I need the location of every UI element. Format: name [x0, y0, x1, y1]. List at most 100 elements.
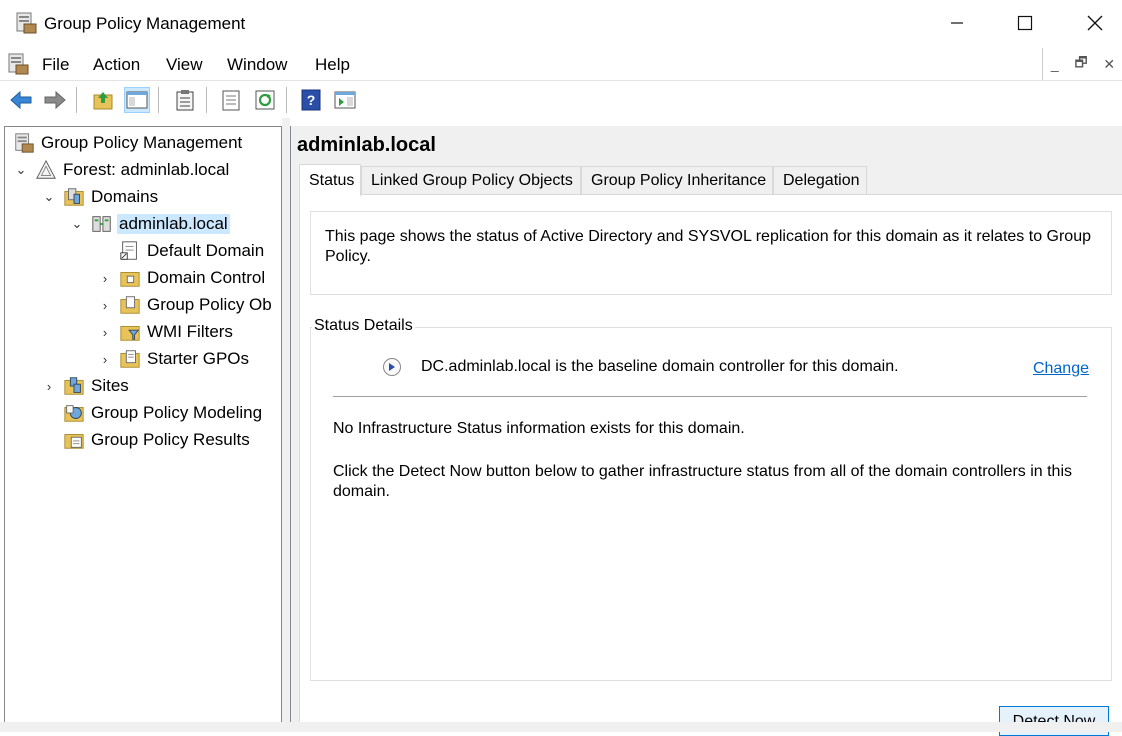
tree-label: Sites: [91, 376, 129, 395]
console-tree-icon: [126, 91, 148, 109]
divider: [333, 396, 1087, 397]
mdi-controls: _ 🗗 ✕: [1042, 48, 1122, 81]
results-icon: [64, 434, 84, 449]
play-arrow-icon: [389, 363, 395, 371]
description-box: This page shows the status of Active Dir…: [310, 211, 1112, 295]
tab-linked-gpos[interactable]: Linked Group Policy Objects: [361, 166, 581, 194]
show-hide-tree-button[interactable]: [124, 87, 150, 113]
mdi-close-button[interactable]: ✕: [1103, 56, 1115, 73]
clipboard-icon: [176, 90, 194, 111]
maximize-button[interactable]: [990, 0, 1060, 46]
domain-icon: [92, 216, 111, 232]
help-icon: ?: [301, 89, 321, 111]
chevron-down-icon[interactable]: ⌄: [13, 162, 29, 178]
detect-instructions-text: Click the Detect Now button below to gat…: [333, 463, 1073, 500]
pane-splitter[interactable]: [282, 118, 290, 732]
refresh-button[interactable]: [252, 87, 278, 113]
tab-status[interactable]: Status: [299, 164, 361, 196]
tree-label: Group Policy Results: [91, 430, 250, 449]
modeling-icon: [64, 405, 84, 422]
tree-label: Starter GPOs: [147, 349, 250, 368]
svg-text:?: ?: [307, 92, 316, 108]
menu-file[interactable]: File: [42, 55, 69, 75]
details-pane: adminlab.local Status Linked Group Polic…: [290, 126, 1122, 736]
tree-label: Default Domain: [147, 241, 265, 260]
chevron-right-icon[interactable]: ›: [97, 352, 113, 367]
tree-item-sites[interactable]: › Sites: [41, 373, 129, 399]
tab-delegation[interactable]: Delegation: [773, 166, 867, 194]
minimize-button[interactable]: [922, 0, 992, 46]
chevron-right-icon[interactable]: ›: [97, 325, 113, 340]
title-bar: Group Policy Management: [0, 0, 1122, 46]
forest-icon: [36, 159, 56, 179]
status-details-label: Status Details: [312, 317, 415, 335]
tab-gp-inheritance[interactable]: Group Policy Inheritance: [581, 166, 773, 194]
group-policy-app-icon: [16, 12, 37, 34]
change-link[interactable]: Change: [1033, 360, 1089, 378]
chevron-right-icon[interactable]: ›: [97, 271, 113, 286]
menu-window[interactable]: Window: [227, 55, 287, 75]
up-level-button[interactable]: [90, 87, 116, 113]
tree-item-group-policy-management[interactable]: Group Policy Management: [13, 130, 242, 156]
export-list-icon: [222, 90, 240, 111]
gpo-link-icon: [120, 241, 137, 260]
no-info-text: No Infrastructure Status information exi…: [333, 420, 745, 437]
export-list-button[interactable]: [218, 87, 244, 113]
tree-label: Group Policy Modeling: [91, 403, 263, 422]
wmi-folder-icon: [120, 326, 140, 341]
tree-label: adminlab.local: [117, 214, 230, 234]
mdi-restore-button[interactable]: 🗗: [1074, 52, 1087, 76]
expand-details-icon[interactable]: [383, 358, 401, 376]
menu-action[interactable]: Action: [93, 55, 140, 75]
tree-item-domain-controllers[interactable]: › Domain Control: [97, 265, 265, 291]
properties-button[interactable]: [172, 87, 198, 113]
tree-item-group-policy-results[interactable]: Group Policy Results: [63, 427, 250, 453]
tree-item-default-domain-policy[interactable]: Default Domain: [119, 238, 264, 264]
mdi-minimize-button[interactable]: _: [1051, 56, 1059, 72]
tree-label: Group Policy Ob: [147, 295, 272, 314]
minimize-icon: [951, 22, 963, 24]
tree-item-domains[interactable]: ⌄ Domains: [41, 184, 159, 210]
tree-item-adminlab-local[interactable]: ⌄ adminlab.local: [69, 211, 230, 237]
chevron-down-icon[interactable]: ⌄: [41, 189, 57, 205]
close-button[interactable]: [1060, 0, 1122, 46]
tree-item-wmi-filters[interactable]: › WMI Filters: [97, 319, 233, 345]
toolbar-separator: [286, 87, 287, 113]
window-title: Group Policy Management: [44, 14, 246, 33]
console-doc-icon[interactable]: [6, 52, 30, 76]
status-details-group: DC.adminlab.local is the baseline domain…: [310, 327, 1112, 681]
menu-help[interactable]: Help: [315, 55, 350, 75]
gpo-folder-icon: [120, 296, 140, 314]
tree-label: Domains: [91, 187, 159, 206]
tree-label: WMI Filters: [147, 322, 233, 341]
starter-gpo-folder-icon: [120, 350, 140, 368]
refresh-icon: [255, 90, 275, 110]
folder-up-icon: [93, 92, 113, 110]
menu-view[interactable]: View: [166, 55, 203, 75]
help-button[interactable]: ?: [298, 87, 324, 113]
tree-label: Forest: adminlab.local: [63, 160, 230, 179]
console-tree: Group Policy Management ⌄ Forest: adminl…: [4, 126, 282, 732]
domains-folder-icon: [64, 188, 84, 206]
baseline-dc-row: DC.adminlab.local is the baseline domain…: [383, 358, 899, 376]
chevron-down-icon[interactable]: ⌄: [69, 216, 85, 232]
tree-item-forest[interactable]: ⌄ Forest: adminlab.local: [13, 157, 229, 183]
forward-arrow-icon: [44, 90, 66, 110]
tree-item-group-policy-objects[interactable]: › Group Policy Ob: [97, 292, 272, 318]
action-pane-icon: [334, 91, 356, 109]
menu-bar: File Action View Window Help: [0, 46, 1122, 80]
back-button[interactable]: [8, 87, 34, 113]
chevron-right-icon[interactable]: ›: [41, 379, 57, 394]
maximize-icon: [1017, 15, 1033, 31]
chevron-right-icon[interactable]: ›: [97, 298, 113, 313]
toolbar-separator: [76, 87, 77, 113]
group-policy-management-icon: [15, 133, 34, 153]
tree-item-starter-gpos[interactable]: › Starter GPOs: [97, 346, 249, 372]
tree-item-group-policy-modeling[interactable]: Group Policy Modeling: [63, 400, 262, 426]
close-icon: [1087, 15, 1103, 31]
forward-button[interactable]: [42, 87, 68, 113]
toolbar-separator: [158, 87, 159, 113]
toolbar: ?: [0, 80, 1122, 119]
page-title: adminlab.local: [297, 134, 436, 156]
show-action-pane-button[interactable]: [332, 87, 358, 113]
